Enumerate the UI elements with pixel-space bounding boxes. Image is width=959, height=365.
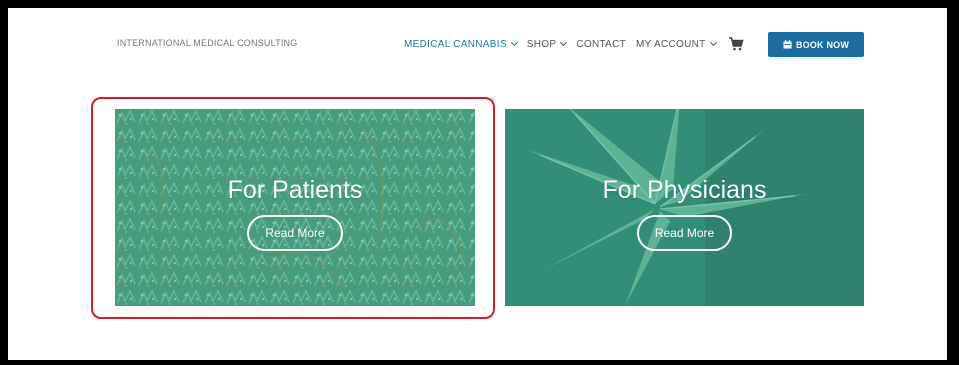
nav-item-contact[interactable]: CONTACT bbox=[576, 39, 626, 50]
nav-item-label: MY ACCOUNT bbox=[636, 38, 706, 50]
nav-item-label: MEDICAL CANNABIS bbox=[404, 38, 507, 50]
chevron-down-icon bbox=[510, 38, 518, 47]
nav-item-my-account[interactable]: MY ACCOUNT bbox=[636, 38, 717, 50]
screen-frame-right bbox=[947, 0, 959, 365]
nav-item-shop[interactable]: SHOP bbox=[526, 38, 568, 50]
calendar-icon bbox=[783, 40, 792, 49]
nav-item-label: CONTACT bbox=[576, 38, 627, 50]
card-for-patients[interactable]: For Patients Read More bbox=[115, 109, 475, 306]
card-title: For Physicians bbox=[602, 176, 767, 204]
book-now-label: BOOK NOW bbox=[795, 39, 850, 50]
screen-frame-top bbox=[0, 0, 959, 8]
chevron-down-icon bbox=[560, 38, 568, 47]
main-nav: MEDICAL CANNABIS SHOP CONTACT MY ACCOUNT bbox=[404, 37, 764, 51]
chevron-down-icon bbox=[709, 38, 717, 47]
screen-frame-left bbox=[0, 0, 8, 365]
book-now-button[interactable]: BOOK NOW bbox=[768, 32, 864, 57]
shopping-cart-icon[interactable] bbox=[728, 37, 744, 51]
nav-item-label: SHOP bbox=[526, 38, 557, 50]
card-for-physicians[interactable]: For Physicians Read More bbox=[505, 109, 864, 306]
read-more-button[interactable]: Read More bbox=[636, 215, 733, 251]
screen-frame-bottom bbox=[0, 360, 959, 365]
cannabis-leaf-image bbox=[505, 109, 864, 306]
nav-item-medical-cannabis[interactable]: MEDICAL CANNABIS bbox=[404, 38, 518, 50]
site-logo[interactable]: INTERNATIONAL MEDICAL CONSULTING bbox=[117, 38, 297, 48]
web-page: INTERNATIONAL MEDICAL CONSULTING MEDICAL… bbox=[8, 8, 947, 360]
cannabis-bud-image bbox=[115, 109, 475, 306]
card-title: For Patients bbox=[227, 176, 363, 204]
read-more-button[interactable]: Read More bbox=[247, 215, 343, 251]
